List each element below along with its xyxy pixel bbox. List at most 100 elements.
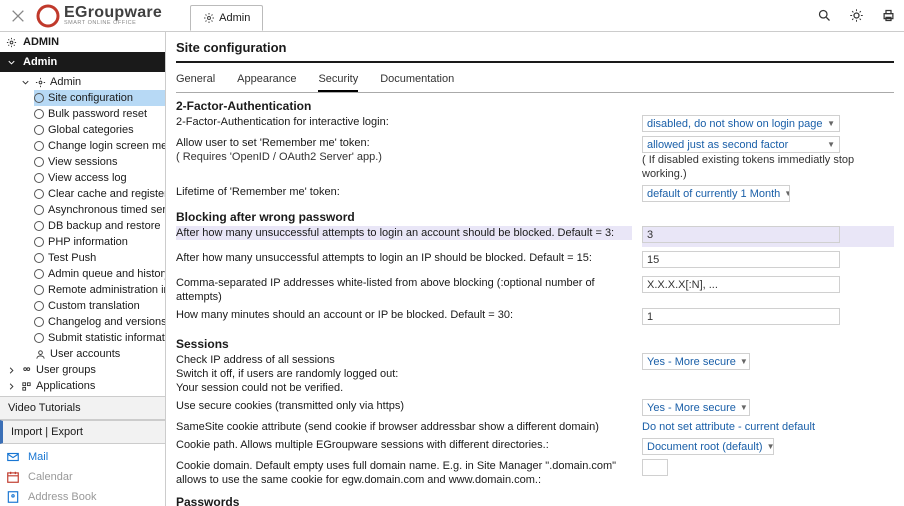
tree-node-change-login-screen-message[interactable]: Change login screen message [34, 138, 165, 154]
sidebar-head: ADMIN [0, 32, 165, 52]
select-secure-cookies[interactable]: Yes - More secure▼ [642, 399, 750, 416]
tree-node-user-groups[interactable]: User groups [6, 362, 165, 378]
app-launcher: MailCalendarAddress BookInfoLogProject M… [0, 444, 165, 506]
settings-tabs: General Appearance Security Documentation [176, 73, 894, 93]
label-cookie-domain: Cookie domain. Default empty uses full d… [176, 459, 632, 487]
caret-icon: ▼ [740, 355, 748, 369]
radio-icon [34, 109, 44, 119]
select-cookie-path[interactable]: Document root (default)▼ [642, 438, 774, 455]
cal-icon [6, 470, 20, 484]
radio-icon [34, 93, 44, 103]
label-block-minutes: How many minutes should an account or IP… [176, 308, 632, 322]
radio-icon [34, 205, 44, 215]
tree-node-submit-statistic-information[interactable]: Submit statistic information [34, 330, 165, 346]
sidebar-section-admin[interactable]: Admin [0, 52, 165, 72]
chevron-down-icon [20, 77, 31, 88]
section-sessions: Sessions [176, 337, 894, 351]
chevron-right-icon [6, 365, 17, 376]
input-block-account[interactable]: 3 [642, 226, 840, 243]
tree-node-php-information[interactable]: PHP information [34, 234, 165, 250]
label-secure-cookies: Use secure cookies (transmitted only via… [176, 399, 632, 413]
caret-icon: ▼ [784, 187, 790, 201]
select-token-lifetime[interactable]: default of currently 1 Month▼ [642, 185, 790, 202]
radio-icon [34, 157, 44, 167]
radio-icon [34, 333, 44, 343]
chevron-right-icon [6, 381, 17, 392]
chevron-down-icon [6, 57, 17, 68]
tree-node-clear-cache-and-register-hooks[interactable]: Clear cache and register hooks [34, 186, 165, 202]
gear-icon [35, 77, 46, 88]
radio-icon [34, 125, 44, 135]
gear-icon [203, 12, 215, 24]
tab-security[interactable]: Security [318, 73, 358, 92]
apps-icon [21, 381, 32, 392]
app-cal[interactable]: Calendar [6, 470, 159, 484]
ab-icon [6, 490, 20, 504]
tree-node-user-accounts[interactable]: User accounts [20, 346, 165, 362]
search-button[interactable] [808, 8, 840, 23]
brand-name: EGroupware [64, 5, 162, 21]
value-samesite[interactable]: Do not set attribute - current default [642, 421, 815, 433]
section-blocking: Blocking after wrong password [176, 210, 894, 224]
note-token-disabled: ( If disabled existing tokens immediatly… [642, 153, 894, 181]
radio-icon [34, 253, 44, 263]
radio-icon [34, 189, 44, 199]
tree-node-asynchronous-timed-services[interactable]: Asynchronous timed services [34, 202, 165, 218]
app-tab-admin[interactable]: Admin [190, 5, 263, 31]
tree-node-changelog-and-versions[interactable]: Changelog and versions [34, 314, 165, 330]
tree-node-admin[interactable]: Admin [20, 74, 165, 90]
label-remember-token: Allow user to set 'Remember me' token: [176, 137, 370, 149]
sidebar-import-export[interactable]: Import | Export [0, 420, 165, 444]
select-2fa-login[interactable]: disabled, do not show on login page▼ [642, 115, 840, 132]
logo-icon [36, 4, 60, 28]
sun-icon [849, 8, 864, 23]
close-button[interactable] [0, 8, 36, 24]
print-icon [881, 8, 896, 23]
brand-sub: SMART ONLINE OFFICE [64, 21, 162, 27]
caret-icon: ▼ [740, 401, 748, 415]
user-icon [35, 349, 46, 360]
tree-node-view-access-log[interactable]: View access log [34, 170, 165, 186]
radio-icon [34, 221, 44, 231]
group-icon [21, 365, 32, 376]
radio-icon [34, 237, 44, 247]
app-mail[interactable]: Mail [6, 450, 159, 464]
search-icon [817, 8, 832, 23]
sidebar-video-tutorials[interactable]: Video Tutorials [0, 396, 165, 420]
radio-icon [34, 317, 44, 327]
tab-appearance[interactable]: Appearance [237, 73, 296, 92]
tab-general[interactable]: General [176, 73, 215, 92]
radio-icon [34, 269, 44, 279]
input-block-minutes[interactable]: 1 [642, 308, 840, 325]
label-block-account: After how many unsuccessful attempts to … [176, 226, 632, 240]
label-cookie-path: Cookie path. Allows multiple EGroupware … [176, 438, 632, 452]
print-button[interactable] [872, 8, 904, 23]
section-2fa: 2-Factor-Authentication [176, 99, 894, 113]
radio-icon [34, 301, 44, 311]
tree-node-bulk-password-reset[interactable]: Bulk password reset [34, 106, 165, 122]
label-samesite: SameSite cookie attribute (send cookie i… [176, 420, 632, 434]
tree-node-admin-queue-and-history[interactable]: Admin queue and history [34, 266, 165, 282]
tree-node-view-sessions[interactable]: View sessions [34, 154, 165, 170]
tree-node-test-push[interactable]: Test Push [34, 250, 165, 266]
tree-node-db-backup-and-restore[interactable]: DB backup and restore [34, 218, 165, 234]
select-remember-token[interactable]: allowed just as second factor▼ [642, 136, 840, 153]
mail-icon [6, 450, 20, 464]
tree-node-site-configuration[interactable]: Site configuration [34, 90, 165, 106]
label-2fa-login: 2-Factor-Authentication for interactive … [176, 115, 632, 129]
tree-node-applications[interactable]: Applications [6, 378, 165, 394]
radio-icon [34, 173, 44, 183]
input-cookie-domain[interactable] [642, 459, 668, 476]
logo: EGroupware SMART ONLINE OFFICE [36, 4, 162, 28]
tree-node-global-categories[interactable]: Global categories [34, 122, 165, 138]
tab-documentation[interactable]: Documentation [380, 73, 454, 92]
select-check-ip[interactable]: Yes - More secure▼ [642, 353, 750, 370]
close-icon [10, 8, 26, 24]
input-block-ip[interactable]: 15 [642, 251, 840, 268]
theme-button[interactable] [840, 8, 872, 23]
tree-node-custom-translation[interactable]: Custom translation [34, 298, 165, 314]
app-ab[interactable]: Address Book [6, 490, 159, 504]
caret-icon: ▼ [827, 138, 835, 152]
input-whitelist[interactable]: X.X.X.X[:N], ... [642, 276, 840, 293]
tree-node-remote-administration-instances[interactable]: Remote administration instances [34, 282, 165, 298]
